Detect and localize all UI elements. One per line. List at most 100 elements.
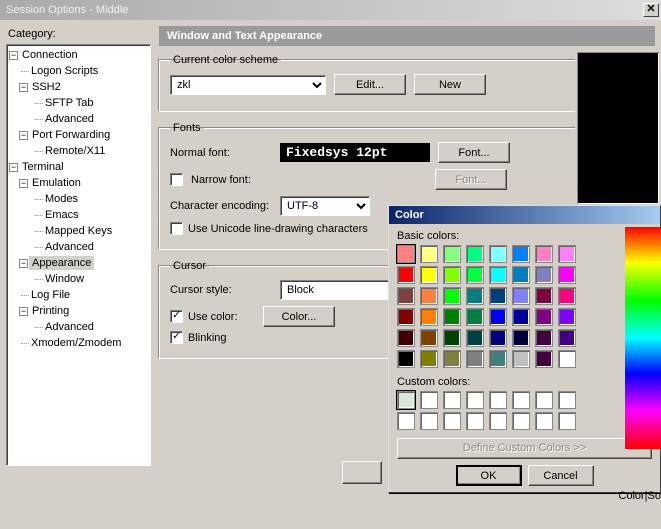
tree-window[interactable]: Window (43, 273, 86, 285)
expander-icon[interactable]: − (9, 51, 18, 60)
tree-mapped-keys[interactable]: Mapped Keys (43, 225, 114, 237)
edit-button[interactable]: Edit... (334, 74, 406, 95)
hidden-button-peek[interactable] (342, 461, 382, 484)
color-swatch[interactable] (466, 308, 484, 326)
custom-color-swatch[interactable] (466, 391, 484, 409)
close-icon[interactable]: ✕ (643, 3, 659, 17)
color-button[interactable]: Color... (263, 306, 335, 327)
custom-color-swatch[interactable] (489, 412, 507, 430)
color-swatch[interactable] (512, 266, 530, 284)
custom-color-swatch[interactable] (420, 391, 438, 409)
tree-log-file[interactable]: Log File (29, 289, 72, 301)
encoding-select[interactable]: UTF-8 (280, 196, 370, 216)
hue-gradient[interactable] (625, 227, 661, 449)
color-swatch[interactable] (535, 308, 553, 326)
color-swatch[interactable] (420, 266, 438, 284)
expander-icon[interactable]: − (9, 163, 18, 172)
tree-e-advanced[interactable]: Advanced (43, 241, 96, 253)
tree-sftp-tab[interactable]: SFTP Tab (43, 97, 96, 109)
use-color-checkbox[interactable]: ✓ (170, 310, 183, 323)
color-swatch[interactable] (512, 287, 530, 305)
color-swatch[interactable] (512, 329, 530, 347)
new-button[interactable]: New (414, 74, 486, 95)
expander-icon[interactable]: − (19, 83, 28, 92)
tree-printing[interactable]: Printing (30, 305, 71, 317)
scheme-select[interactable]: zkl (170, 75, 326, 95)
narrow-font-checkbox[interactable] (170, 173, 183, 186)
color-swatch[interactable] (535, 329, 553, 347)
custom-color-swatch[interactable] (466, 412, 484, 430)
color-swatch[interactable] (397, 245, 415, 263)
custom-color-swatch[interactable] (397, 412, 415, 430)
expander-icon[interactable]: − (19, 131, 28, 140)
color-swatch[interactable] (535, 287, 553, 305)
color-swatch[interactable] (558, 329, 576, 347)
color-swatch[interactable] (420, 350, 438, 368)
tree-logon-scripts[interactable]: Logon Scripts (29, 65, 100, 77)
tree-ssh2[interactable]: SSH2 (30, 81, 63, 93)
color-swatch[interactable] (397, 287, 415, 305)
define-custom-button[interactable]: Define Custom Colors >> (397, 438, 652, 459)
color-swatch[interactable] (397, 266, 415, 284)
tree-remote-x11[interactable]: Remote/X11 (43, 145, 107, 157)
color-swatch[interactable] (512, 245, 530, 263)
font-button[interactable]: Font... (438, 142, 510, 163)
custom-color-swatch[interactable] (535, 412, 553, 430)
custom-color-swatch[interactable] (397, 391, 415, 409)
tree-port-forwarding[interactable]: Port Forwarding (30, 129, 112, 141)
color-swatch[interactable] (397, 329, 415, 347)
color-swatch[interactable] (420, 308, 438, 326)
custom-color-swatch[interactable] (443, 412, 461, 430)
color-swatch[interactable] (512, 350, 530, 368)
blinking-checkbox[interactable]: ✓ (170, 331, 183, 344)
color-swatch[interactable] (489, 329, 507, 347)
custom-color-swatch[interactable] (512, 412, 530, 430)
custom-color-swatch[interactable] (512, 391, 530, 409)
color-swatch[interactable] (443, 308, 461, 326)
color-swatch[interactable] (466, 287, 484, 305)
color-swatch[interactable] (443, 266, 461, 284)
color-swatch[interactable] (535, 266, 553, 284)
color-swatch[interactable] (443, 329, 461, 347)
tree-emulation[interactable]: Emulation (30, 177, 83, 189)
color-swatch[interactable] (466, 329, 484, 347)
color-swatch[interactable] (420, 287, 438, 305)
expander-icon[interactable]: − (19, 179, 28, 188)
custom-color-swatch[interactable] (489, 391, 507, 409)
color-swatch[interactable] (535, 350, 553, 368)
color-swatch[interactable] (397, 308, 415, 326)
cancel-button[interactable]: Cancel (528, 465, 594, 486)
tree-modes[interactable]: Modes (43, 193, 80, 205)
custom-color-swatch[interactable] (558, 412, 576, 430)
color-swatch[interactable] (489, 308, 507, 326)
color-swatch[interactable] (466, 350, 484, 368)
tree-emacs[interactable]: Emacs (43, 209, 81, 221)
color-swatch[interactable] (489, 245, 507, 263)
tree-terminal[interactable]: Terminal (20, 161, 66, 173)
color-swatch[interactable] (466, 245, 484, 263)
custom-color-swatch[interactable] (420, 412, 438, 430)
custom-color-swatch[interactable] (558, 391, 576, 409)
color-swatch[interactable] (489, 350, 507, 368)
color-swatch[interactable] (466, 266, 484, 284)
tree-advanced[interactable]: Advanced (43, 113, 96, 125)
color-swatch[interactable] (558, 350, 576, 368)
tree-xmodem[interactable]: Xmodem/Zmodem (29, 337, 123, 349)
tree-connection[interactable]: Connection (20, 49, 80, 61)
color-swatch[interactable] (443, 350, 461, 368)
color-swatch[interactable] (558, 308, 576, 326)
custom-color-swatch[interactable] (535, 391, 553, 409)
color-swatch[interactable] (489, 287, 507, 305)
color-swatch[interactable] (558, 245, 576, 263)
color-swatch[interactable] (420, 329, 438, 347)
color-swatch[interactable] (420, 245, 438, 263)
custom-color-swatch[interactable] (443, 391, 461, 409)
color-swatch[interactable] (512, 308, 530, 326)
color-swatch[interactable] (489, 266, 507, 284)
color-swatch[interactable] (558, 287, 576, 305)
tree-appearance[interactable]: Appearance (30, 257, 93, 269)
color-swatch[interactable] (535, 245, 553, 263)
color-swatch[interactable] (397, 350, 415, 368)
unicode-checkbox[interactable] (170, 222, 183, 235)
color-swatch[interactable] (443, 245, 461, 263)
